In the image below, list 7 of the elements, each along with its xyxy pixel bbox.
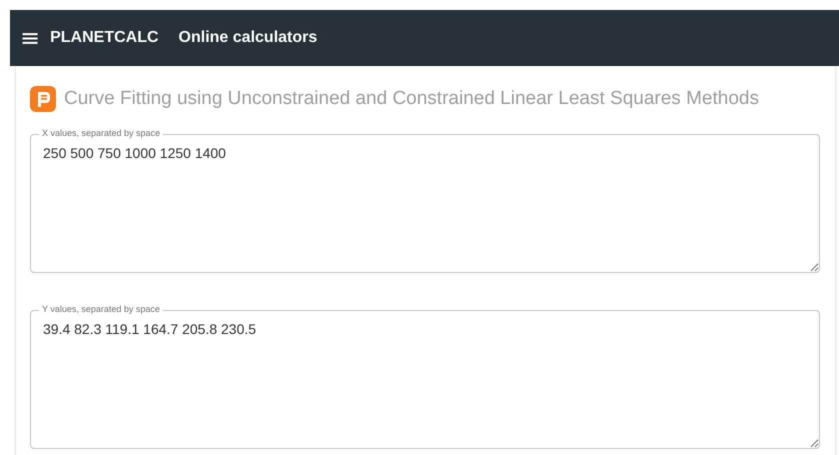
site-title-link[interactable]: Online calculators xyxy=(178,29,318,47)
menu-button[interactable]: ≡ xyxy=(16,26,44,50)
brand-link[interactable]: PLANETCALC xyxy=(50,29,159,47)
calculator-title: Curve Fitting using Unconstrained and Constrained Linear Least Squares Methods xyxy=(64,88,759,110)
logo-icon xyxy=(30,86,56,112)
field-label: Y values, separated by space xyxy=(39,304,163,314)
field-label: X values, separated by space xyxy=(39,128,164,138)
